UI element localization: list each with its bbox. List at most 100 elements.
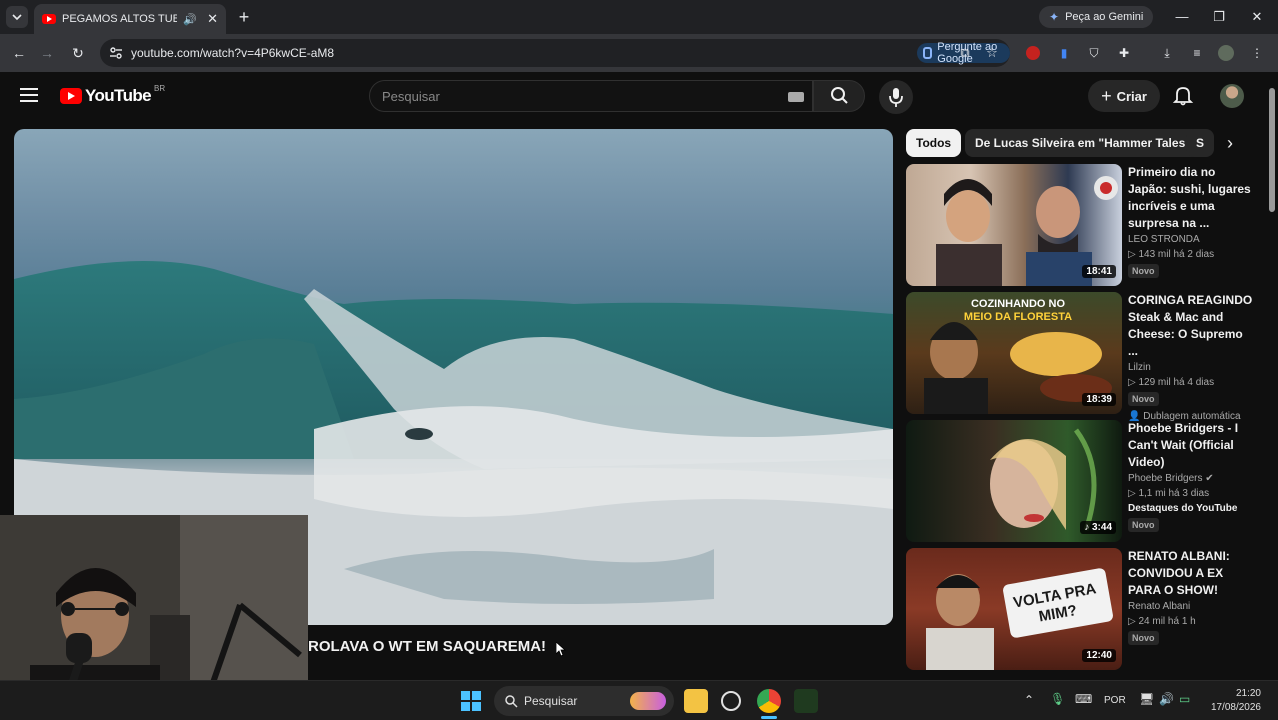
new-badge: Novo [1128,518,1159,532]
video-duration: 18:39 [1082,393,1116,406]
extensions-puzzle-icon[interactable]: ✚ [1115,44,1133,62]
profile-avatar-icon[interactable] [1218,45,1234,61]
new-tab-button[interactable]: + [234,7,254,28]
page-scrollbar[interactable] [1266,72,1278,680]
channel-name[interactable]: Phoebe Bridgers ✔ [1128,473,1254,484]
recommendation-item[interactable]: ♪ 3:44 Phoebe Bridgers - I Can't Wait (O… [906,420,1266,542]
keyboard-icon[interactable] [788,92,804,102]
video-thumbnail[interactable]: ♪ 3:44 [906,420,1122,542]
video-thumbnail[interactable]: 18:41 [906,164,1122,286]
microphone-icon [889,88,903,107]
plus-icon: + [1101,85,1112,106]
video-meta: ▷ 143 mil há 2 dias [1128,249,1215,260]
search-button[interactable] [813,80,865,112]
gemini-button[interactable]: ✦ Peça ao Gemini [1039,6,1154,28]
chrome-icon[interactable] [757,689,781,713]
video-thumbnail[interactable]: VOLTA PRA MIM? 12:40 [906,548,1122,670]
channel-name[interactable]: Lilzin [1128,362,1254,373]
scrollbar-thumb[interactable] [1269,88,1275,212]
notifications-bell-icon[interactable] [1172,84,1194,106]
forward-button[interactable]: → [36,42,58,64]
windows-start-icon[interactable] [461,691,481,711]
video-title[interactable]: RENATO ALBANI: CONVIDOU A EX PARA O SHOW… [1128,548,1254,599]
browser-tab-active[interactable]: PEGAMOS ALTOS TUBOS E 🔊 ✕ [34,4,226,34]
voice-search-button[interactable] [879,80,913,114]
close-window-button[interactable]: ✕ [1244,6,1270,28]
search-input[interactable]: Pesquisar [369,80,813,112]
filter-chips-bar: Todos De Lucas Silveira em "Hammer Tales… [906,129,1248,157]
search-highlight-icon [630,692,666,710]
site-info-icon[interactable] [108,45,124,61]
video-duration: 18:41 [1082,265,1116,278]
tab-close-icon[interactable]: ✕ [207,11,218,27]
youtube-play-icon [60,88,82,104]
chevron-right-icon[interactable]: › [1220,133,1240,153]
video-meta: ▷ 1,1 mi há 3 dias [1128,488,1210,499]
extension-docs-icon[interactable]: ▮ [1055,44,1073,62]
active-app-indicator [761,716,777,719]
new-badge: Novo [1128,631,1159,645]
maximize-button[interactable]: ❐ [1206,6,1232,28]
media-controls-icon[interactable]: ≡ [1188,44,1206,62]
app-icon[interactable] [721,691,741,711]
app-runner-icon[interactable] [794,689,818,713]
taskbar-search-placeholder: Pesquisar [524,694,578,708]
minimize-button[interactable]: — [1169,6,1195,28]
clock-date: 17/08/2026 [1210,702,1261,713]
browser-menu-icon[interactable]: ⋮ [1248,44,1266,62]
tray-volume-icon[interactable]: 🔊 [1159,692,1174,706]
download-icon[interactable]: ⤓ [1158,44,1176,62]
google-lens-icon [923,47,933,59]
tray-network-icon[interactable]: 🖥 [1139,692,1154,706]
recommendation-item[interactable]: 18:41 Primeiro dia no Japão: sushi, luga… [906,164,1266,286]
url-text[interactable]: youtube.com/watch?v=4P6kwCE-aM8 [131,46,334,60]
search-icon [831,87,848,104]
tray-clock[interactable]: 21:20 17/08/2026 [1203,687,1261,715]
gemini-sparkle-icon: ✦ [1049,10,1060,24]
tab-title: PEGAMOS ALTOS TUBOS E [62,13,178,25]
duration-text: 3:44 [1091,522,1112,533]
video-title[interactable]: CORINGA REAGINDO Steak & Mac and Cheese:… [1128,292,1254,360]
user-avatar[interactable] [1220,84,1244,108]
back-button[interactable]: ← [8,42,30,64]
channel-name[interactable]: LEO STRONDA [1128,234,1254,245]
bookmark-star-icon[interactable]: ☆ [984,45,1000,61]
chevron-down-icon [12,14,22,21]
video-title[interactable]: Primeiro dia no Japão: sushi, lugares in… [1128,164,1254,232]
video-meta: ▷ 24 mil há 1 h [1128,616,1196,627]
chip-lucas-silveira[interactable]: De Lucas Silveira em "Hammer Tales" [965,129,1201,157]
tab-search-button[interactable] [6,6,28,28]
video-thumbnail[interactable]: COZINHANDO NO MEIO DA FLORESTA 18:39 [906,292,1122,414]
channel-name-text: Phoebe Bridgers [1128,473,1203,484]
tray-mic-icon[interactable]: 🎙 [1050,692,1065,706]
new-badge: Novo [1128,264,1159,278]
windows-taskbar: Pesquisar ⌃ 🎙 ⌨ POR 🖥 🔊 ▭ 21:20 17/08/20… [0,680,1278,720]
audio-playing-icon[interactable]: 🔊 [183,13,197,26]
search-icon [505,695,518,708]
chip-next[interactable]: S [1186,129,1215,157]
video-title[interactable]: Phoebe Bridgers - I Can't Wait (Official… [1128,420,1254,471]
install-app-icon[interactable]: ⧉ [957,45,973,61]
tray-overflow-icon[interactable]: ⌃ [1024,693,1034,707]
tray-language[interactable]: POR [1104,695,1126,706]
gemini-label: Peça ao Gemini [1065,11,1144,23]
music-note-icon: ♪ [1084,522,1092,533]
recommendation-item[interactable]: COZINHANDO NO MEIO DA FLORESTA 18:39 COR… [906,292,1266,422]
menu-icon[interactable] [20,88,38,102]
browser-toolbar: ← → ↻ youtube.com/watch?v=4P6kwCE-aM8 Pe… [0,34,1278,72]
tray-battery-icon[interactable]: ▭ [1179,692,1190,706]
tray-keyboard-icon[interactable]: ⌨ [1075,692,1092,706]
recommendation-item[interactable]: VOLTA PRA MIM? 12:40 RENATO ALBANI: CONV… [906,548,1266,670]
taskbar-search[interactable]: Pesquisar [494,686,674,716]
reload-button[interactable]: ↻ [67,42,89,64]
address-bar[interactable]: youtube.com/watch?v=4P6kwCE-aM8 Pergunte… [100,39,1010,67]
video-info: CORINGA REAGINDO Steak & Mac and Cheese:… [1128,292,1254,422]
chip-todos[interactable]: Todos [906,129,962,157]
extension-record-icon[interactable] [1026,46,1040,60]
extension-shield-icon[interactable]: ⛉ [1085,44,1103,62]
create-button[interactable]: + Criar [1088,80,1160,112]
channel-name[interactable]: Renato Albani [1128,601,1254,612]
create-label: Criar [1116,88,1147,104]
file-explorer-icon[interactable] [684,689,708,713]
youtube-logo[interactable]: YouTube BR [60,84,165,106]
